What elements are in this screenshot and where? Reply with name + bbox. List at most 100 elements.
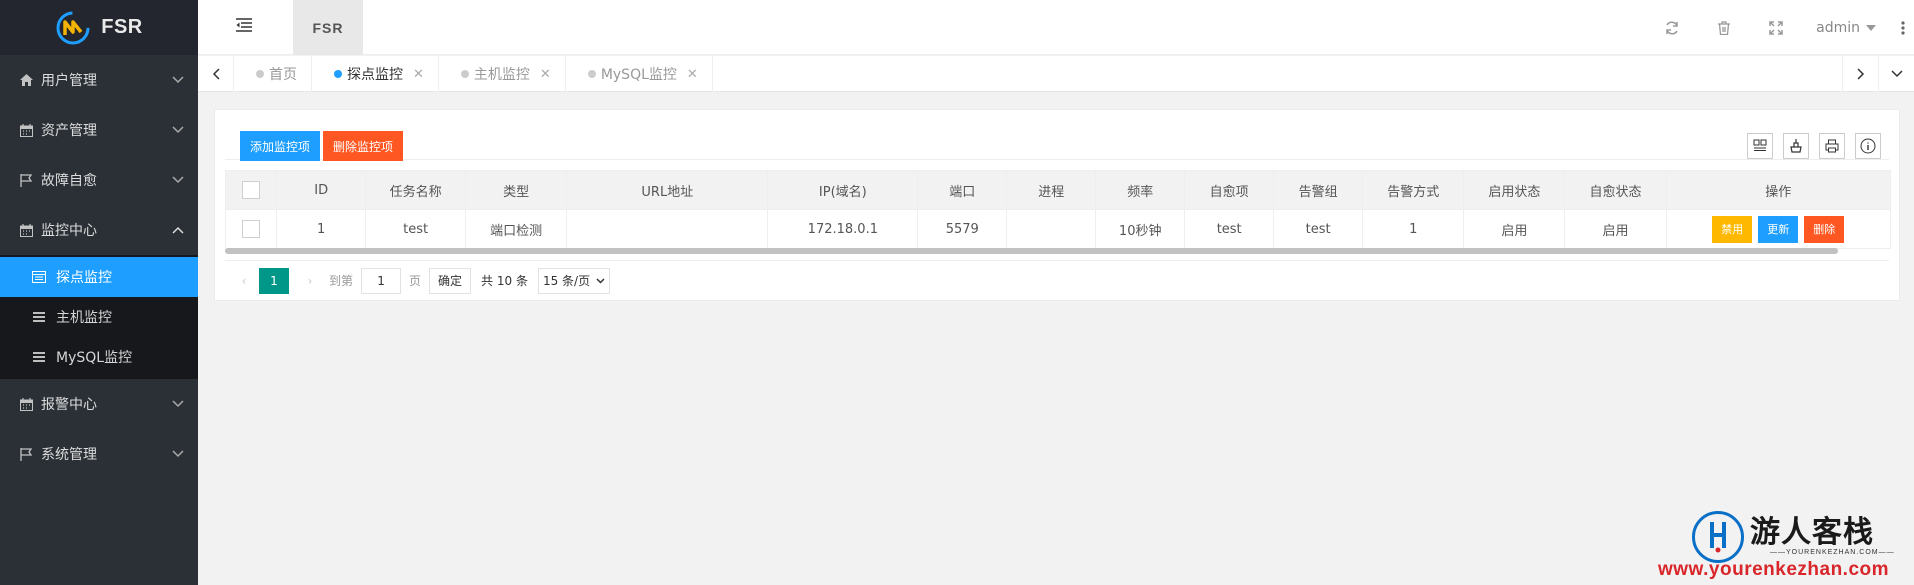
disable-button[interactable]: 禁用 (1712, 215, 1753, 243)
print-icon[interactable] (1819, 133, 1845, 159)
monitor-table: ID 任务名称 类型 URL地址 IP(域名) 端口 进程 频率 自愈项 告警组… (224, 170, 1892, 249)
tab-label: 首页 (269, 67, 297, 83)
cell-enable-status: 启用 (1463, 209, 1566, 249)
export-icon[interactable] (1783, 133, 1809, 159)
total-count: 共 10 条 (481, 274, 528, 288)
sidebar-item-alarms[interactable]: 报警中心 (0, 379, 198, 429)
column-header[interactable]: ID (276, 170, 367, 210)
goto-label: 到第 (329, 274, 354, 288)
sidebar-item-users[interactable]: 用户管理 (0, 55, 198, 105)
sidebar-item-label: 故障自愈 (41, 173, 97, 189)
cell-frequency: 10秒钟 (1095, 209, 1186, 249)
sidebar-item-label: 监控中心 (41, 223, 97, 239)
cell-url (566, 209, 769, 249)
tab-mysql-monitoring[interactable]: MySQL监控 ✕ (566, 56, 713, 92)
flag-icon (17, 173, 35, 187)
row-checkbox[interactable] (242, 220, 261, 238)
page-current[interactable]: 1 (259, 267, 289, 294)
cell-process (1006, 209, 1097, 249)
watermark-logo (1692, 511, 1744, 563)
chevron-down-icon (172, 72, 184, 88)
sidebar-subitem-label: MySQL监控 (56, 350, 133, 366)
chevron-left-icon[interactable] (198, 56, 234, 92)
column-header[interactable]: 自愈状态 (1564, 170, 1667, 210)
sidebar-subitem-label: 主机监控 (56, 310, 112, 326)
watermark-sub: ——YOURENKEZHAN.COM—— (1770, 549, 1895, 556)
chevron-right-icon[interactable] (1842, 56, 1878, 92)
close-icon[interactable]: ✕ (540, 67, 551, 82)
tab-probe-monitoring[interactable]: 探点监控 ✕ (312, 56, 439, 92)
next-page-icon[interactable]: › (299, 274, 321, 288)
prev-page-icon[interactable]: ‹ (233, 274, 255, 288)
site-tab[interactable]: FSR (293, 0, 363, 55)
page-size-value: 15 条/页 (542, 274, 591, 288)
sidebar: FSR 用户管理 资产管理 故障自愈 监控中心 探点监控 主机监控 MySQL监… (0, 0, 198, 585)
page-size-select[interactable]: 15 条/页 (537, 267, 611, 294)
close-icon[interactable]: ✕ (413, 67, 424, 82)
tab-label: MySQL监控 (600, 67, 677, 83)
refresh-icon[interactable] (1646, 20, 1698, 35)
flag-icon (17, 447, 35, 461)
delete-monitor-button[interactable]: 删除监控项 (323, 131, 404, 161)
cell-alarm-group: test (1273, 209, 1364, 249)
goto-page-input[interactable] (361, 267, 402, 294)
tab-status-dot (256, 70, 264, 78)
sidebar-item-system[interactable]: 系统管理 (0, 429, 198, 479)
close-icon[interactable]: ✕ (687, 67, 698, 82)
column-header[interactable]: 频率 (1095, 170, 1186, 210)
update-button[interactable]: 更新 (1758, 215, 1799, 243)
list-icon (32, 312, 46, 322)
cell-heal-status: 启用 (1564, 209, 1667, 249)
trash-icon[interactable] (1698, 20, 1750, 35)
column-header[interactable]: 告警组 (1273, 170, 1364, 210)
tab-status-dot (587, 70, 596, 78)
menu-toggle-icon[interactable] (236, 18, 252, 34)
sidebar-item-label: 报警中心 (41, 397, 97, 413)
columns-filter-icon[interactable] (1747, 133, 1773, 159)
table-header-row: ID 任务名称 类型 URL地址 IP(域名) 端口 进程 频率 自愈项 告警组… (224, 170, 1892, 210)
logo[interactable]: FSR (0, 0, 198, 55)
sidebar-item-self-healing[interactable]: 故障自愈 (0, 155, 198, 205)
chevron-down-icon[interactable] (1878, 56, 1914, 92)
chevron-down-icon (172, 122, 184, 138)
logo-icon (56, 11, 90, 44)
add-monitor-button[interactable]: 添加监控项 (240, 131, 321, 161)
column-header[interactable]: IP(域名) (767, 170, 919, 210)
watermark-url: www.yourenkezhan.com (1658, 559, 1890, 580)
delete-button[interactable]: 删除 (1804, 215, 1845, 243)
chevron-down-icon (172, 396, 184, 412)
sidebar-item-monitoring[interactable]: 监控中心 (0, 205, 198, 255)
tab-home[interactable]: 首页 (234, 56, 312, 92)
tab-host-monitoring[interactable]: 主机监控 ✕ (439, 56, 566, 92)
watermark: 游人客栈 ——YOURENKEZHAN.COM—— www.yourenkezh… (1658, 505, 1908, 581)
chevron-down-icon (172, 172, 184, 188)
tab-label: 探点监控 (347, 67, 403, 83)
list-table-icon (32, 271, 46, 283)
column-header[interactable]: 自愈项 (1184, 170, 1275, 210)
select-all-checkbox[interactable] (242, 181, 261, 199)
sidebar-subitem-probe-monitoring[interactable]: 探点监控 (0, 257, 198, 297)
horizontal-scrollbar[interactable] (225, 248, 1838, 254)
calendar-icon (17, 397, 35, 411)
page-unit-label: 页 (409, 274, 422, 288)
fullscreen-icon[interactable] (1750, 20, 1802, 35)
user-menu[interactable]: admin (1802, 20, 1892, 36)
monitor-table-card: 添加监控项 删除监控项 ID 任务名称 类型 URL地址 IP(域名) 端口 进… (214, 109, 1900, 301)
column-header[interactable]: 端口 (917, 170, 1008, 210)
sidebar-subitem-host-monitoring[interactable]: 主机监控 (0, 297, 198, 337)
column-header[interactable]: 启用状态 (1463, 170, 1566, 210)
column-header[interactable]: 类型 (465, 170, 568, 210)
cell-alarm-method: 1 (1362, 209, 1465, 249)
sidebar-item-assets[interactable]: 资产管理 (0, 105, 198, 155)
column-header[interactable]: URL地址 (566, 170, 769, 210)
info-icon[interactable] (1855, 133, 1881, 159)
more-vertical-icon[interactable] (1892, 20, 1914, 35)
logo-text: FSR (101, 16, 143, 38)
table-row: 1 test 端口检测 172.18.0.1 5579 10秒钟 test te… (224, 209, 1892, 249)
column-header[interactable]: 进程 (1006, 170, 1097, 210)
goto-confirm-button[interactable]: 确定 (429, 267, 472, 294)
sidebar-subitem-mysql-monitoring[interactable]: MySQL监控 (0, 337, 198, 377)
column-header[interactable]: 告警方式 (1362, 170, 1465, 210)
caret-down-icon (1866, 24, 1876, 31)
column-header[interactable]: 任务名称 (365, 170, 467, 210)
